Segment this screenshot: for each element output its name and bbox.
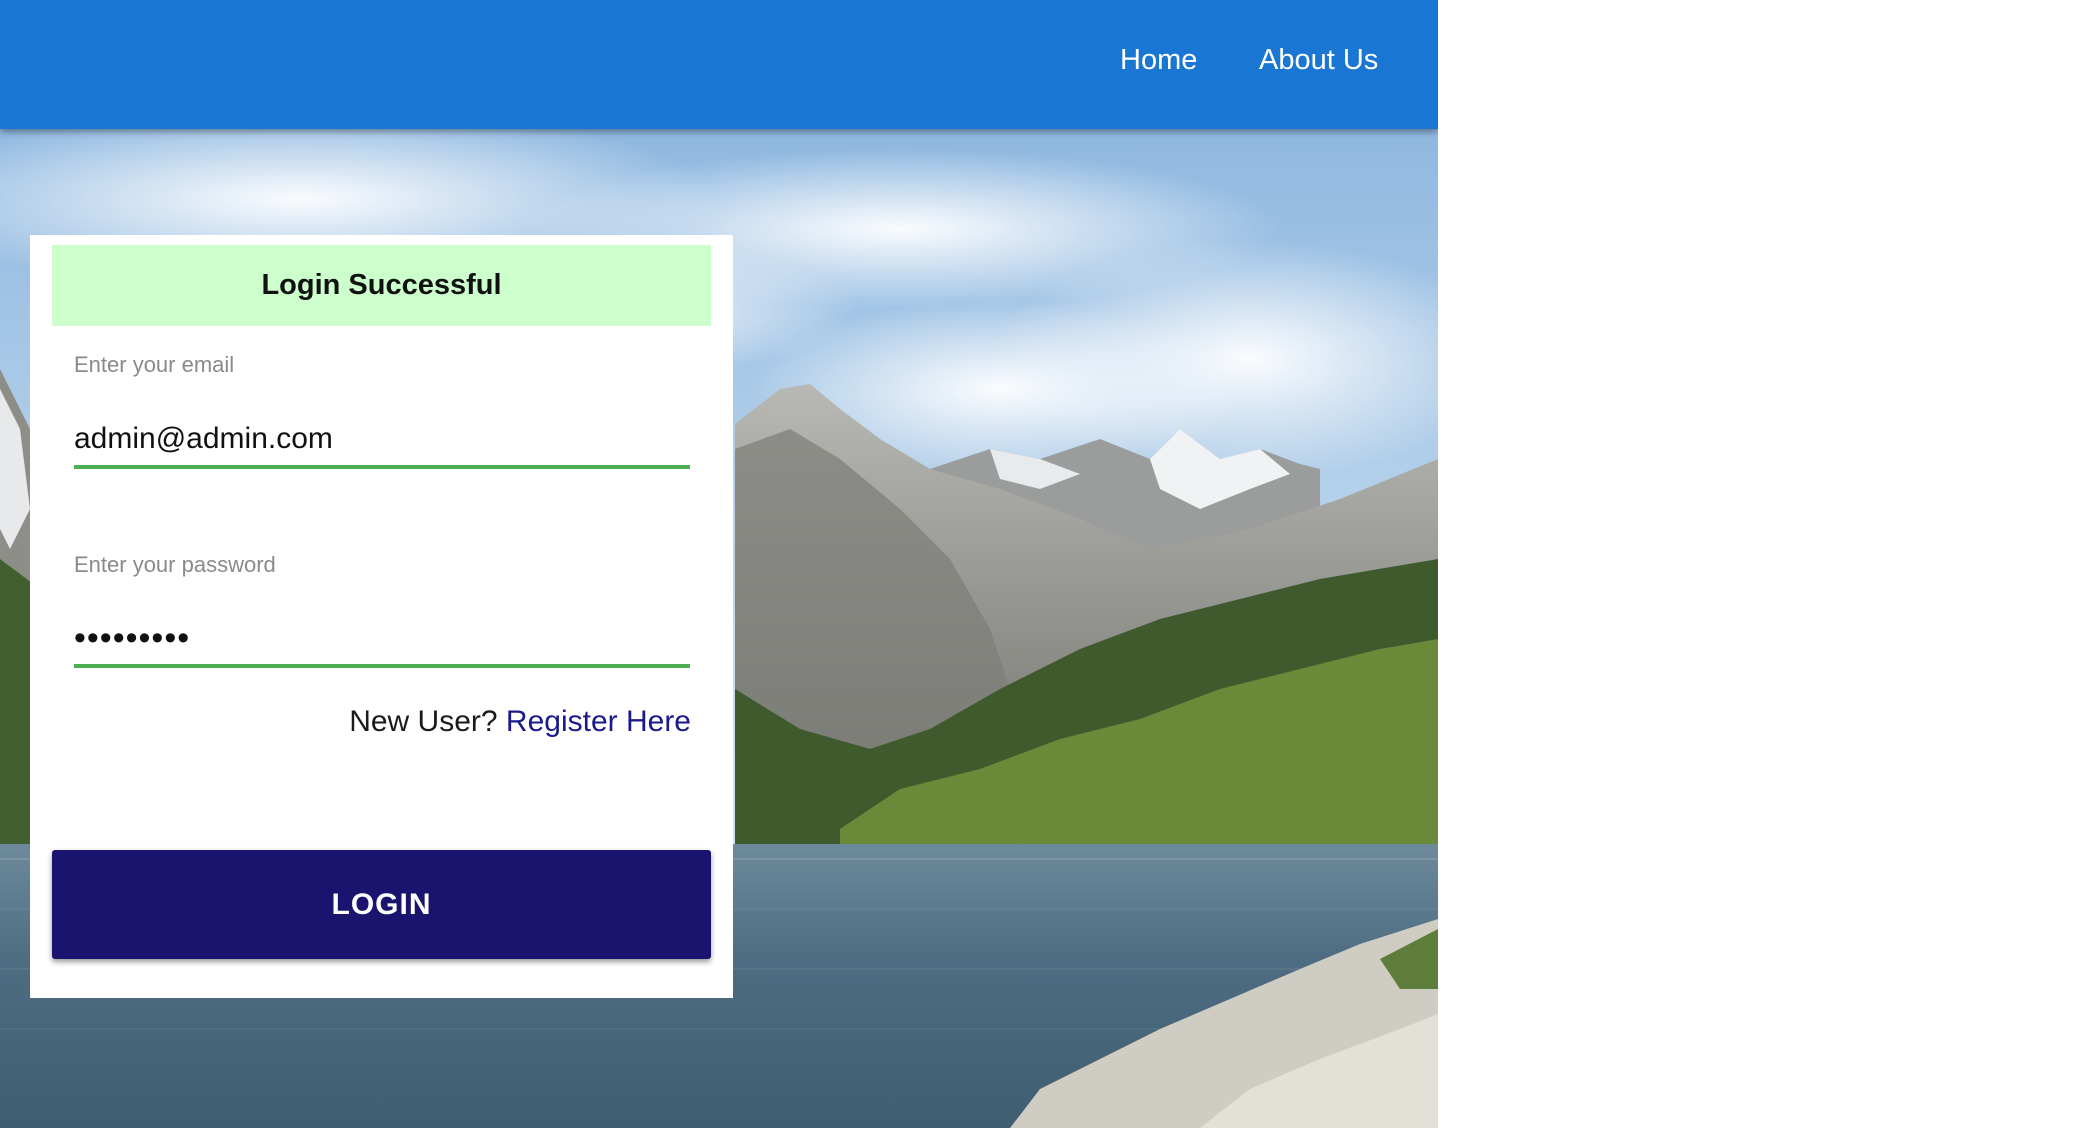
email-field-label: Enter your email [74, 352, 235, 377]
nav-link-home[interactable]: Home [1120, 44, 1197, 77]
password-field-label: Enter your password [74, 552, 276, 577]
password-input[interactable] [74, 612, 690, 668]
email-input[interactable] [74, 413, 690, 469]
register-link[interactable]: Register Here [506, 705, 691, 738]
login-card: Login Successful Enter your email Enter … [30, 235, 733, 998]
app-viewport: Home About Us Login Successful Enter you… [0, 0, 1438, 1128]
login-button[interactable]: LOGIN [52, 850, 711, 959]
register-prompt: New User? Register Here [349, 705, 691, 739]
navbar: Home About Us [0, 0, 1438, 129]
register-prompt-text: New User? [349, 705, 498, 738]
nav-link-about-us[interactable]: About Us [1259, 44, 1378, 77]
login-success-banner: Login Successful [52, 245, 711, 326]
